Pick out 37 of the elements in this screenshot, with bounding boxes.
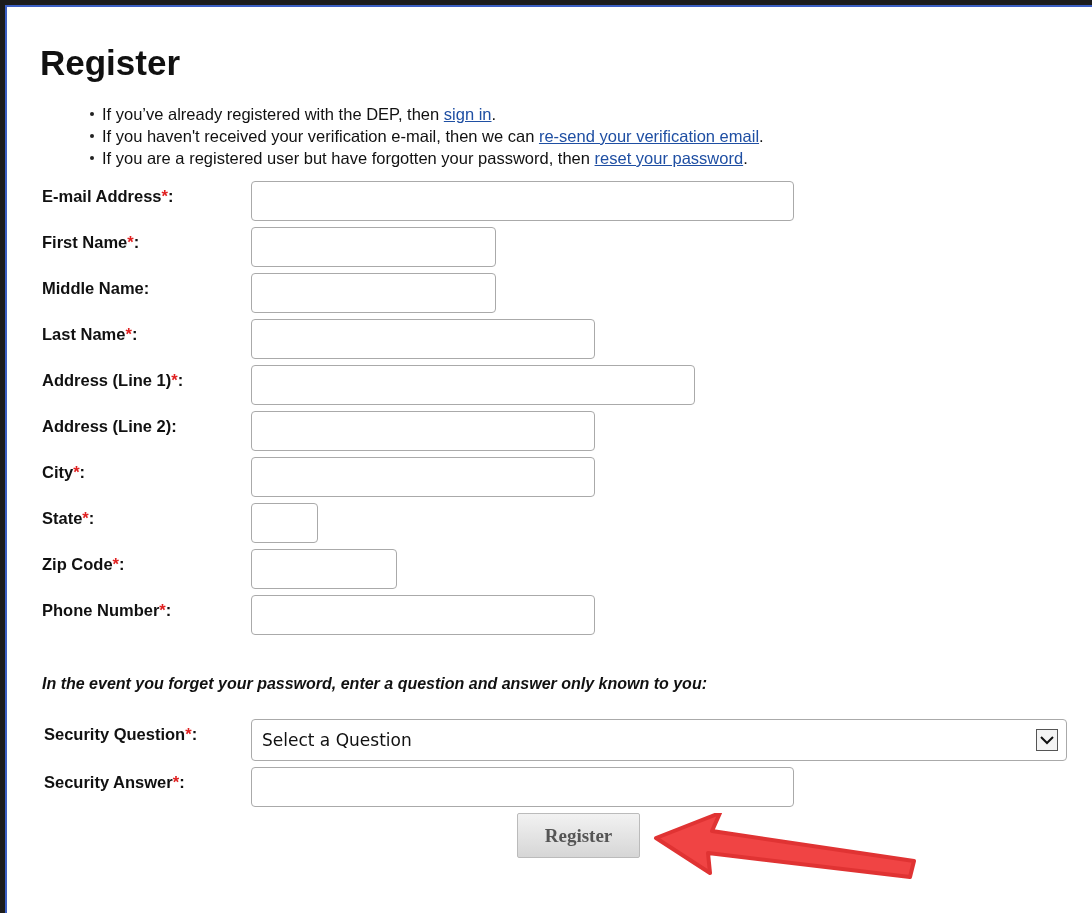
bullet-icon [90, 156, 94, 160]
input-field[interactable] [251, 767, 794, 807]
notice-link[interactable]: re-send your verification email [538, 127, 760, 145]
page-title: Register [40, 43, 181, 83]
input-field[interactable] [251, 227, 496, 267]
input-field[interactable] [251, 411, 595, 451]
caret-icon [1036, 729, 1058, 751]
register-button[interactable]: Register [517, 813, 640, 858]
input-field[interactable] [251, 181, 794, 221]
field-label: Zip Code*: [42, 555, 126, 574]
input-field[interactable] [251, 319, 595, 359]
bullet-icon [90, 112, 94, 116]
security-note: In the event you forget your password, enter a question and answer only known to you: [42, 675, 707, 693]
field-label: E-mail Address*: [42, 187, 175, 206]
field-label: City*: [42, 463, 87, 482]
field-label: Middle Name: [42, 279, 151, 298]
notice-link[interactable]: sign in [443, 105, 492, 123]
input-field[interactable] [251, 503, 318, 543]
field-label: Security Question*: [44, 725, 199, 744]
notice-link[interactable]: reset your password [594, 149, 744, 167]
notice-text: If you are a registered user but have forgotten your password, then reset your password. [102, 148, 748, 169]
field-label: State*: [42, 509, 96, 528]
field-label: Address (Line 1)*: [42, 371, 185, 390]
question-dropdown[interactable]: Select a Question [251, 719, 1067, 761]
notice-text: If you haven't received your verification e-mail, then we can re-send your verification email. [102, 126, 764, 147]
notice-text: If you’ve already registered with the DEP, then sign in. [102, 104, 497, 125]
input-field[interactable] [251, 273, 496, 313]
field-label: Security Answer*: [44, 773, 186, 792]
field-label: Last Name*: [42, 325, 139, 344]
field-label: Phone Number*: [42, 601, 173, 620]
input-field[interactable] [251, 457, 595, 497]
field-label: First Name*: [42, 233, 141, 252]
input-field[interactable] [251, 595, 595, 635]
field-label: Address (Line 2): [42, 417, 178, 436]
bullet-icon [90, 134, 94, 138]
input-field[interactable] [251, 365, 695, 405]
input-field[interactable] [251, 549, 397, 589]
